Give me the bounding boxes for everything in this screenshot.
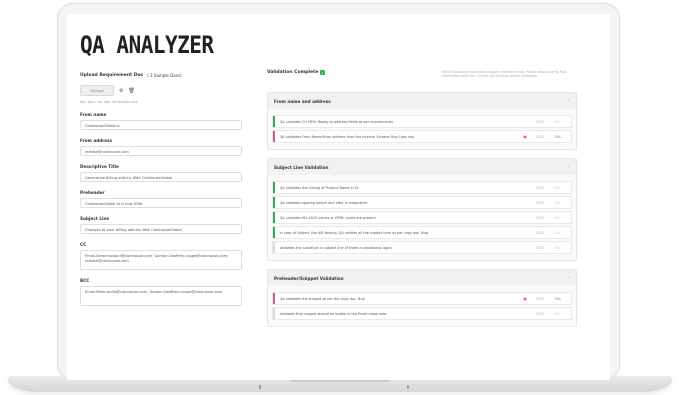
- validation-status: Validation Complete ✓: [267, 70, 326, 75]
- rule-text: QA validates CU HEVL Ready to address fi…: [279, 119, 393, 124]
- chevron-up-icon[interactable]: ⌃: [567, 99, 570, 104]
- pass-button[interactable]: PASS: [531, 135, 549, 139]
- pass-button[interactable]: PASS: [531, 312, 549, 316]
- section-header[interactable]: From name and address ⌃: [268, 93, 576, 109]
- field-label: CC: [80, 242, 87, 247]
- rule-row: QA validates NO ASCII values or HTML cod…: [272, 211, 572, 224]
- pass-button[interactable]: PASS: [531, 201, 549, 205]
- app-screen: QA ANALYZER Upload Requirement Doc ( 2 S…: [67, 14, 610, 380]
- validation-header: Validation Complete ✓ While Coinhouse do…: [267, 70, 577, 84]
- upload-button[interactable]: Upload: [80, 85, 114, 96]
- rule-row: QA validates CU HEVL Ready to address fi…: [272, 115, 572, 128]
- section-title: From name and address: [274, 98, 331, 104]
- rule-row: QA validates From Name/From Address from…: [272, 130, 572, 143]
- status-bar: [273, 242, 275, 253]
- upload-label: Upload Requirement Doc: [80, 72, 144, 78]
- field-label: Descriptive Title: [80, 164, 119, 169]
- document-icon[interactable]: ▣: [522, 134, 528, 139]
- pass-button[interactable]: PASS: [531, 120, 549, 124]
- sections-list: From name and address ⌃ QA validates CU HE…: [267, 92, 577, 327]
- validation-section: From name and address ⌃ QA validates CU HE…: [267, 92, 577, 150]
- left-panel: Upload Requirement Doc ( 2 Sample Docs) …: [80, 70, 250, 306]
- rule-text: QA validates NO ASCII values or HTML cod…: [279, 215, 376, 220]
- rule-row: Validates that snippet should be visible…: [272, 307, 572, 320]
- validation-section: Subject Line Validation ⌃ QA validates the…: [267, 158, 577, 261]
- fail-button[interactable]: FAIL: [549, 216, 567, 220]
- upload-hint: doc, docx, xls, xlsx, txt formats only: [80, 100, 138, 104]
- field-input[interactable]: Email-Peter.wallis@coinhouse.com; Gordon…: [80, 286, 242, 306]
- fields-list: From name CoinhouseGlobal.io From address r…: [80, 112, 250, 306]
- field-label: Preheader: [80, 190, 105, 195]
- trash-icon[interactable]: 🗑: [128, 88, 134, 94]
- pass-button[interactable]: PASS: [531, 231, 549, 235]
- validation-title: Validation Complete: [267, 70, 319, 75]
- field-label: From address: [80, 138, 113, 143]
- fail-button[interactable]: FAIL: [549, 120, 567, 124]
- section-body: QA validates the Casing of Product Name …: [268, 175, 576, 260]
- section-body: QA validates the snippet as per the copy…: [268, 286, 576, 326]
- rule-text: In case of Subject line A/B testing, QA …: [279, 230, 428, 235]
- field-input[interactable]: CoinhouseGlobal.io: [80, 120, 242, 130]
- rule-text: Validates that snippet should be visible…: [279, 311, 387, 316]
- section-header[interactable]: Preheader/Snippet Validation ⌃: [268, 270, 576, 286]
- rule-row: QA validates the snippet as per the copy…: [272, 292, 572, 305]
- fail-button[interactable]: FAIL: [549, 246, 567, 250]
- field-input[interactable]: Generative Billing add-ins With Coinhous…: [80, 172, 242, 182]
- field-input[interactable]: release@coinhouse.com: [80, 146, 242, 156]
- right-panel: Validation Complete ✓ While Coinhouse do…: [267, 70, 577, 327]
- chevron-up-icon[interactable]: ⌃: [567, 276, 570, 281]
- fail-button[interactable]: FAIL: [549, 201, 567, 205]
- status-bar: [273, 182, 275, 193]
- fail-button[interactable]: FAIL: [549, 186, 567, 190]
- field-label: Subject Line: [80, 216, 110, 221]
- rule-text: QA validates spacing before and after in…: [279, 200, 368, 205]
- status-bar: [273, 116, 275, 127]
- pass-button[interactable]: PASS: [531, 216, 549, 220]
- fail-button[interactable]: FAIL: [549, 231, 567, 235]
- laptop-foot-right: [407, 385, 409, 389]
- rule-row: Validates the Condition in subject line …: [272, 241, 572, 254]
- fail-button[interactable]: FAIL: [549, 297, 567, 301]
- section-header[interactable]: Subject Line Validation ⌃: [268, 159, 576, 175]
- rule-text: QA validates the snippet as per the copy…: [279, 296, 365, 301]
- upload-toolbar: Upload ⚙ 🗑: [80, 85, 250, 96]
- rule-row: QA validates the Casing of Product Name …: [272, 181, 572, 194]
- field-label: BCC: [80, 278, 90, 283]
- sample-docs-link[interactable]: ( 2 Sample Docs): [147, 73, 181, 78]
- rule-row: QA validates spacing before and after in…: [272, 196, 572, 209]
- section-body: QA validates CU HEVL Ready to address fi…: [268, 109, 576, 149]
- field-input[interactable]: Email-Drew.mosse.d@coinhouse.com; Gordon…: [80, 250, 242, 270]
- field-input[interactable]: CoinhouseGlobal AI is now GENI: [80, 198, 242, 208]
- page-title: QA ANALYZER: [80, 31, 214, 59]
- document-icon[interactable]: ▣: [522, 296, 528, 301]
- status-bar: [273, 293, 275, 304]
- fail-button[interactable]: FAIL: [549, 135, 567, 139]
- check-icon: ✓: [320, 70, 326, 75]
- status-bar: [273, 227, 275, 238]
- laptop-foot-left: [259, 385, 261, 389]
- status-bar: [273, 212, 275, 223]
- pass-button[interactable]: PASS: [531, 186, 549, 190]
- gear-icon[interactable]: ⚙: [119, 88, 123, 94]
- status-bar: [273, 131, 275, 142]
- rule-text: Validates the Condition in subject line …: [279, 245, 393, 250]
- pass-button[interactable]: PASS: [531, 246, 549, 250]
- section-title: Preheader/Snippet Validation: [274, 275, 344, 281]
- status-bar: [273, 308, 275, 319]
- validation-section: Preheader/Snippet Validation ⌃ QA validate…: [267, 269, 577, 327]
- upload-row: Upload Requirement Doc ( 2 Sample Docs): [80, 70, 250, 80]
- chevron-up-icon[interactable]: ⌃: [567, 165, 570, 170]
- section-title: Subject Line Validation: [274, 164, 329, 170]
- status-bar: [273, 197, 275, 208]
- validation-note: While Coinhouse documents require intern…: [442, 70, 567, 79]
- rule-text: QA validates the Casing of Product Name …: [279, 185, 359, 190]
- rule-text: QA validates From Name/From Address from…: [279, 134, 415, 139]
- rule-row: In case of Subject line A/B testing, QA …: [272, 226, 572, 239]
- pass-button[interactable]: PASS: [531, 297, 549, 301]
- field-input[interactable]: Changes to your billing add-ins With Coi…: [80, 224, 242, 234]
- field-label: From name: [80, 112, 107, 117]
- fail-button[interactable]: FAIL: [549, 312, 567, 316]
